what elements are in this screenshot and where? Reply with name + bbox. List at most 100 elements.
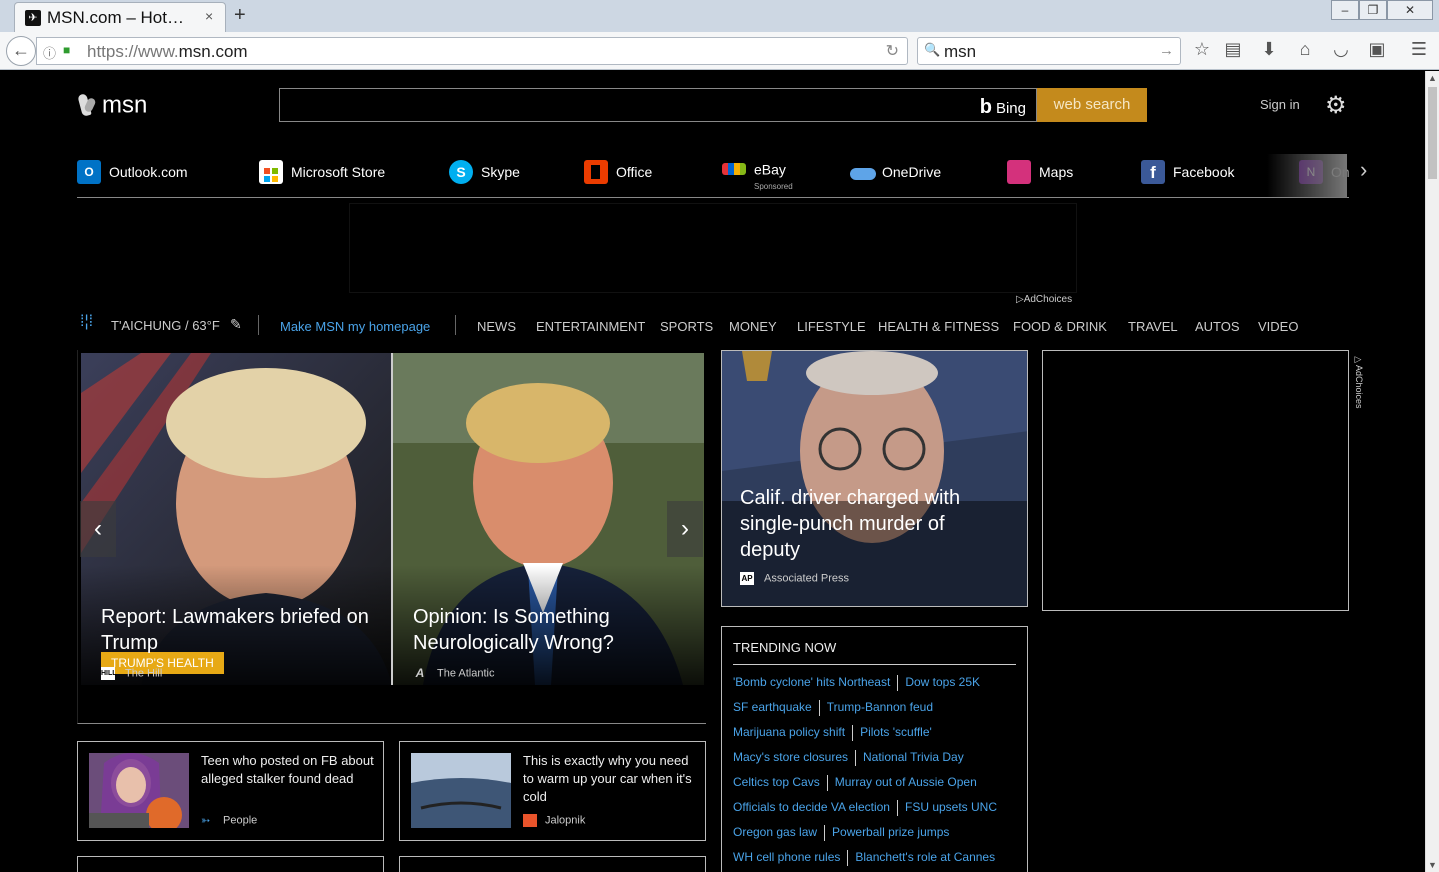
msn-butterfly-icon [78, 92, 96, 120]
hero-source-2[interactable]: A The Atlantic [413, 667, 495, 680]
logo-text: msn [102, 91, 148, 119]
trending-link[interactable]: WH cell phone rules [733, 850, 840, 864]
news-card-partial[interactable] [77, 856, 384, 872]
news-card[interactable]: This is exactly why you need to warm up … [399, 741, 706, 841]
quicklink-ebay[interactable]: eBay Sponsored [722, 160, 793, 191]
msn-logo[interactable]: msn [78, 91, 147, 120]
menu-icon[interactable]: ☰ [1407, 39, 1431, 60]
quicklink-office[interactable]: Office [584, 160, 652, 184]
card-title[interactable]: Teen who posted on FB about alleged stal… [201, 752, 376, 788]
trending-link[interactable]: Marijuana policy shift [733, 725, 845, 739]
trending-link[interactable]: Blanchett's role at Cannes [855, 850, 995, 864]
trending-link[interactable]: Oregon gas law [733, 825, 817, 839]
weather-location[interactable]: T'AICHUNG / 63°F [111, 318, 220, 333]
quicklink-maps[interactable]: Maps [1007, 160, 1073, 184]
nav-health-fitness[interactable]: HEALTH & FITNESS [878, 319, 999, 334]
trending-row: WH cell phone rules Blanchett's role at C… [733, 850, 995, 866]
hero-title-2[interactable]: Opinion: Is Something Neurologically Wro… [413, 604, 693, 656]
nav-travel[interactable]: TRAVEL [1128, 319, 1178, 334]
lock-icon[interactable]: ■ [63, 43, 70, 57]
trending-link[interactable]: Dow tops 25K [905, 675, 980, 689]
bing-label: b Bing [980, 96, 1026, 119]
pocket-icon[interactable]: ◡ [1329, 39, 1353, 60]
trending-link[interactable]: 'Bomb cyclone' hits Northeast [733, 675, 890, 689]
back-button[interactable]: ← [6, 36, 36, 66]
pencil-icon[interactable]: ✎ [230, 316, 242, 333]
home-icon[interactable]: ⌂ [1293, 39, 1317, 60]
quicklinks-next-icon[interactable]: › [1360, 157, 1367, 183]
gear-icon[interactable]: ⚙ [1325, 91, 1347, 120]
nav-autos[interactable]: AUTOS [1195, 319, 1240, 334]
ap-logo-icon: AP [740, 572, 754, 585]
restore-button[interactable]: ❐ [1359, 0, 1387, 20]
page-scrollbar[interactable]: ▲ ▼ [1425, 71, 1439, 872]
quicklink-outlook[interactable]: O Outlook.com [77, 160, 188, 184]
quicklink-facebook[interactable]: f Facebook [1141, 160, 1234, 184]
trending-link[interactable]: Trump-Bannon feud [827, 700, 933, 714]
address-bar[interactable]: ⓘ ■ https://www.msn.com ↻ [36, 37, 908, 65]
trending-panel: TRENDING NOW 'Bomb cyclone' hits Northea… [721, 626, 1028, 872]
browser-search-input[interactable]: msn [944, 42, 976, 62]
scroll-thumb[interactable] [1428, 87, 1437, 179]
bookmark-star-icon[interactable]: ☆ [1190, 39, 1214, 60]
minimize-button[interactable]: – [1331, 0, 1359, 20]
trending-link[interactable]: Powerball prize jumps [832, 825, 949, 839]
news-card-partial[interactable] [399, 856, 706, 872]
card-source[interactable]: ➳ People [201, 814, 257, 827]
nav-money[interactable]: MONEY [729, 319, 777, 334]
browser-tab[interactable]: ✈ MSN.com – Hot… × [14, 2, 226, 32]
hero-title-1[interactable]: Report: Lawmakers briefed on Trump [101, 604, 381, 656]
story-title[interactable]: Calif. driver charged with single-punch … [740, 485, 1000, 563]
carousel-next-button[interactable]: › [667, 501, 703, 557]
web-search-button[interactable]: web search [1037, 88, 1147, 122]
trending-link[interactable]: SF earthquake [733, 700, 812, 714]
scroll-down-icon[interactable]: ▼ [1428, 860, 1437, 870]
story-card[interactable]: Calif. driver charged with single-punch … [721, 350, 1028, 607]
nav-food-drink[interactable]: FOOD & DRINK [1013, 319, 1107, 334]
quicklink-microsoft-store[interactable]: Microsoft Store [259, 160, 385, 184]
reload-icon[interactable]: ↻ [886, 41, 899, 61]
reader-icon[interactable]: ▣ [1365, 39, 1389, 60]
scroll-up-icon[interactable]: ▲ [1428, 73, 1437, 83]
trending-link[interactable]: Pilots 'scuffle' [860, 725, 932, 739]
trending-link[interactable]: Celtics top Cavs [733, 775, 820, 789]
maps-icon [1007, 160, 1031, 184]
sign-in-link[interactable]: Sign in [1260, 97, 1300, 112]
nav-entertainment[interactable]: ENTERTAINMENT [536, 319, 645, 334]
trending-link[interactable]: Murray out of Aussie Open [835, 775, 977, 789]
card-title[interactable]: This is exactly why you need to warm up … [523, 752, 698, 806]
quicklink-skype[interactable]: S Skype [449, 160, 520, 184]
trending-link[interactable]: Officials to decide VA election [733, 800, 890, 814]
story-source[interactable]: AP Associated Press [740, 572, 849, 585]
nav-lifestyle[interactable]: LIFESTYLE [797, 319, 866, 334]
trending-row: Officials to decide VA election FSU upset… [733, 800, 997, 816]
nav-video[interactable]: VIDEO [1258, 319, 1298, 334]
adchoices-side-link[interactable]: ▷AdChoices [1354, 355, 1364, 409]
ad-right[interactable] [1042, 350, 1349, 611]
trending-link[interactable]: National Trivia Day [863, 750, 964, 764]
tab-close-icon[interactable]: × [205, 8, 213, 24]
browser-search-box[interactable]: 🔍 msn → [917, 37, 1181, 65]
url-text[interactable]: https://www.msn.com [87, 42, 248, 62]
trending-link[interactable]: FSU upsets UNC [905, 800, 997, 814]
quicklink-onedrive[interactable]: OneDrive [850, 160, 941, 184]
close-window-button[interactable]: ✕ [1387, 0, 1433, 20]
make-homepage-link[interactable]: Make MSN my homepage [280, 319, 430, 334]
quicklink-label: Skype [481, 164, 520, 180]
news-card[interactable]: Teen who posted on FB about alleged stal… [77, 741, 384, 841]
adchoices-link[interactable]: ▷AdChoices [1016, 294, 1072, 305]
carousel-prev-button[interactable]: ‹ [80, 501, 116, 557]
nav-news[interactable]: NEWS [477, 319, 516, 334]
trending-link[interactable]: Macy's store closures [733, 750, 848, 764]
new-tab-button[interactable]: + [234, 4, 246, 27]
hero-source-1[interactable]: HILL The Hill [101, 667, 162, 680]
bookmarks-list-icon[interactable]: ▤ [1221, 39, 1245, 60]
download-icon[interactable]: ⬇ [1257, 39, 1281, 60]
card-source[interactable]: Jalopnik [523, 814, 585, 827]
jalopnik-logo-icon [523, 814, 537, 827]
bing-search-input[interactable]: b Bing [279, 88, 1037, 122]
ad-banner[interactable] [349, 203, 1077, 293]
info-icon[interactable]: ⓘ [43, 43, 56, 62]
nav-sports[interactable]: SPORTS [660, 319, 713, 334]
search-go-icon[interactable]: → [1159, 42, 1174, 59]
